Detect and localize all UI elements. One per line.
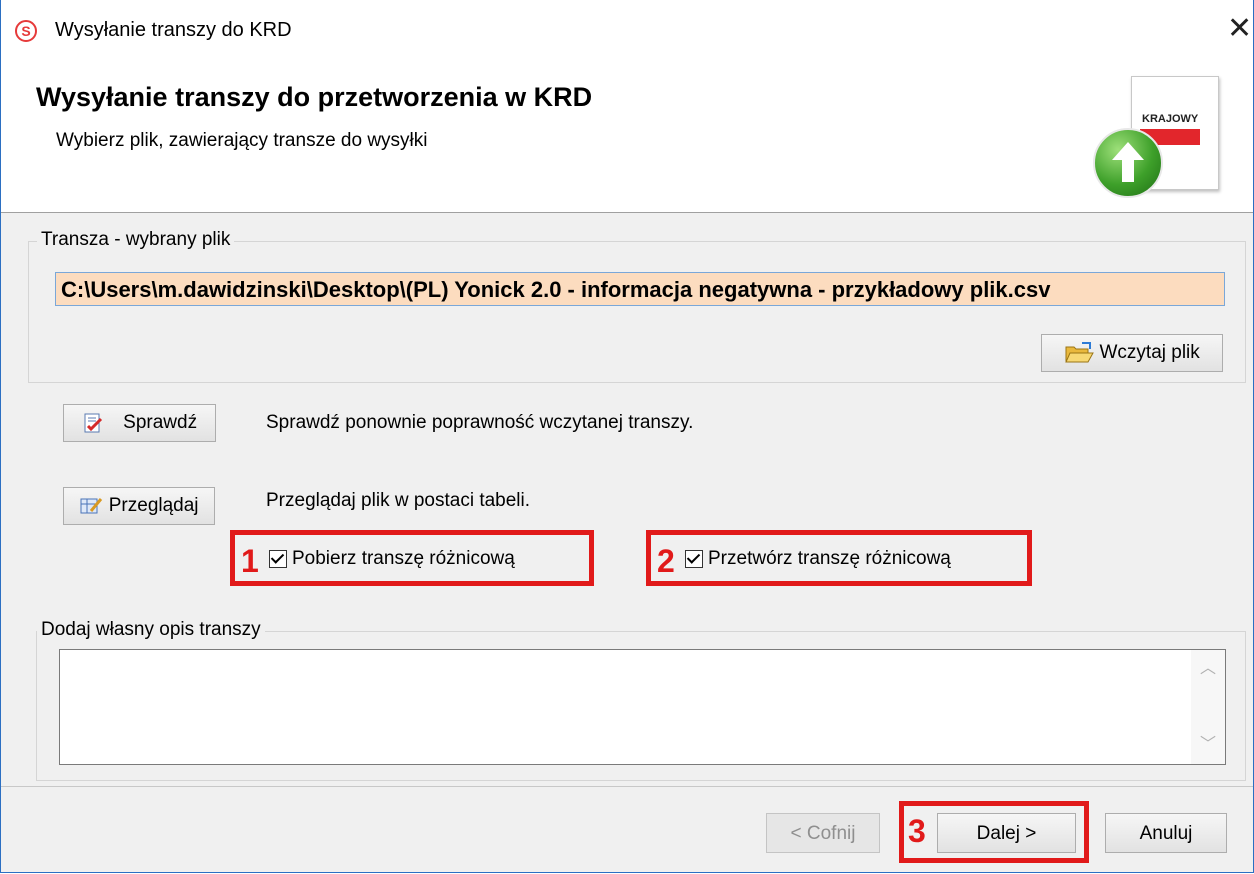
download-diff-check-icon[interactable] [269, 549, 287, 568]
upload-arrow-icon [1093, 128, 1163, 198]
upload-document-graphic: KRAJOWY [1091, 74, 1241, 202]
check-document-icon [84, 413, 102, 433]
browse-button[interactable]: Przeglądaj [63, 487, 215, 525]
file-path-input[interactable]: C:\Users\m.dawidzinski\Desktop\(PL) Yoni… [55, 272, 1225, 306]
check-button-label: Sprawdź [123, 412, 198, 434]
description-textarea[interactable]: ︿ ﹀ [59, 649, 1226, 765]
browse-button-label: Przeglądaj [108, 495, 199, 517]
app-logo-icon: S [15, 20, 37, 42]
scroll-up-icon[interactable]: ︿ [1191, 654, 1225, 684]
scroll-down-icon[interactable]: ﹀ [1191, 730, 1225, 760]
download-diff-label: Pobierz transzę różnicową [292, 548, 515, 569]
close-icon[interactable]: ✕ [1227, 14, 1252, 44]
table-edit-icon [80, 498, 103, 514]
file-group-label: Transza - wybrany plik [37, 229, 235, 251]
page-title: Wysyłanie transzy do przetworzenia w KRD [36, 82, 593, 112]
process-diff-label: Przetwórz transzę różnicową [708, 548, 951, 569]
next-button[interactable]: Dalej > [937, 813, 1076, 853]
back-button[interactable]: < Cofnij [766, 813, 880, 853]
download-diff-checkbox[interactable]: Pobierz transzę różnicową [269, 548, 515, 570]
description-group-label: Dodaj własny opis transzy [37, 619, 265, 641]
footer-divider [1, 786, 1253, 787]
process-diff-check-icon[interactable] [685, 549, 703, 568]
dialog-window: S Wysyłanie transzy do KRD ✕ Wysyłanie t… [0, 0, 1254, 873]
highlight-marker-2: 2 [657, 543, 675, 579]
highlight-marker-1: 1 [241, 543, 259, 579]
open-folder-icon [1065, 342, 1095, 363]
check-button[interactable]: Sprawdź [63, 404, 216, 442]
load-file-button[interactable]: Wczytaj plik [1041, 334, 1223, 372]
title-bar: S Wysyłanie transzy do KRD ✕ [1, 0, 1253, 60]
process-diff-checkbox[interactable]: Przetwórz transzę różnicową [685, 548, 951, 570]
document-label: KRAJOWY [1142, 113, 1199, 125]
description-scrollbar[interactable]: ︿ ﹀ [1191, 650, 1225, 764]
cancel-button[interactable]: Anuluj [1105, 813, 1227, 853]
window-title: Wysyłanie transzy do KRD [55, 19, 292, 41]
check-description: Sprawdź ponownie poprawność wczytanej tr… [266, 412, 694, 433]
highlight-marker-3: 3 [908, 813, 926, 849]
load-file-label: Wczytaj plik [1099, 342, 1200, 364]
wizard-header: Wysyłanie transzy do przetworzenia w KRD… [1, 60, 1253, 213]
browse-description: Przeglądaj plik w postaci tabeli. [266, 490, 531, 511]
arrow-up-icon [1112, 142, 1144, 182]
page-subtitle: Wybierz plik, zawierający transze do wys… [56, 130, 428, 151]
